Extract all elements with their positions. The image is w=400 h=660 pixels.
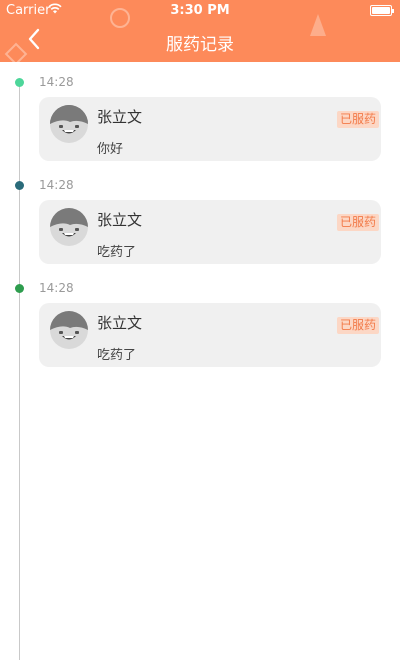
page-title: 服药记录 (166, 35, 234, 55)
avatar (50, 311, 88, 349)
avatar (50, 105, 88, 143)
status-time: 3:30 PM (170, 3, 230, 18)
status-badge: 已服药 (336, 317, 379, 334)
timeline-entry: 14:28 张立文 你好 已服药 (0, 75, 400, 178)
patient-name: 张立文 (97, 314, 143, 332)
record-message: 吃药了 (97, 245, 137, 260)
avatar (50, 208, 88, 246)
battery-icon (370, 5, 394, 16)
timeline-dot (15, 181, 24, 190)
record-message: 你好 (97, 142, 124, 157)
record-card[interactable]: 张立文 你好 已服药 (39, 97, 381, 161)
record-time: 14:28 (39, 281, 74, 295)
patient-name: 张立文 (97, 211, 143, 229)
status-bar: Carrier 3:30 PM (0, 0, 400, 22)
record-message: 吃药了 (97, 348, 137, 363)
status-badge: 已服药 (336, 111, 379, 128)
status-badge: 已服药 (336, 214, 379, 231)
record-time: 14:28 (39, 75, 74, 89)
nav-header: Carrier 3:30 PM 服药记录 (0, 0, 400, 62)
timeline-dot (15, 78, 24, 87)
timeline-entry: 14:28 张立文 吃药了 已服药 (0, 178, 400, 281)
record-time: 14:28 (39, 178, 74, 192)
record-card[interactable]: 张立文 吃药了 已服药 (39, 200, 381, 264)
timeline-dot (15, 284, 24, 293)
patient-name: 张立文 (97, 108, 143, 126)
timeline-entry: 14:28 张立文 吃药了 已服药 (0, 281, 400, 384)
record-card[interactable]: 张立文 吃药了 已服药 (39, 303, 381, 367)
